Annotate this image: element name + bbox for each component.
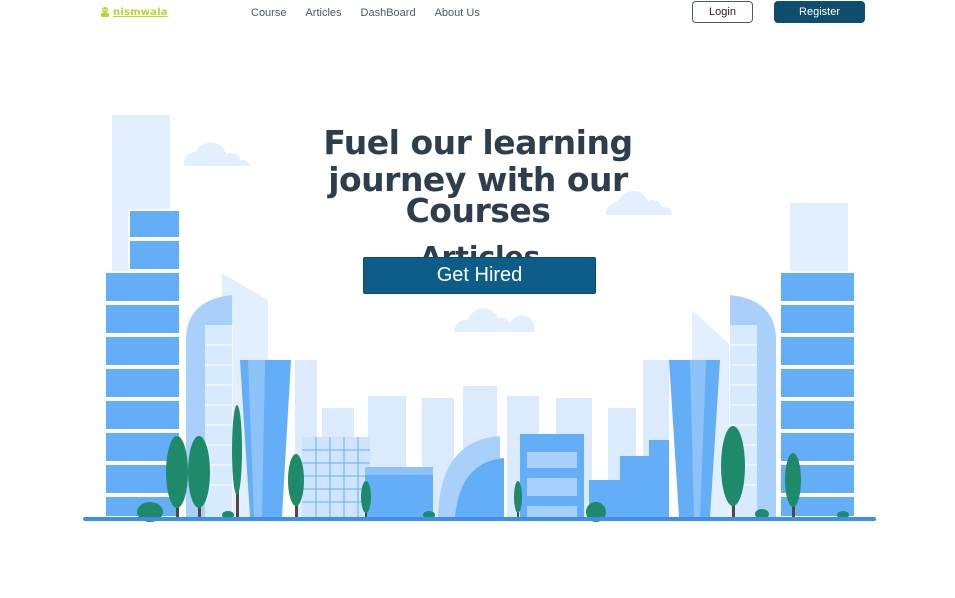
hero-rotating-word-next: Articles — [420, 236, 540, 259]
rotating-word-next-text: Articles — [420, 240, 540, 259]
get-hired-button[interactable]: Get Hired — [363, 257, 596, 294]
hero-headline: Fuel our learning journey with our Cours… — [300, 124, 656, 229]
city-illustration — [83, 115, 876, 522]
hero-headline-line1: Fuel our learning — [323, 123, 633, 162]
